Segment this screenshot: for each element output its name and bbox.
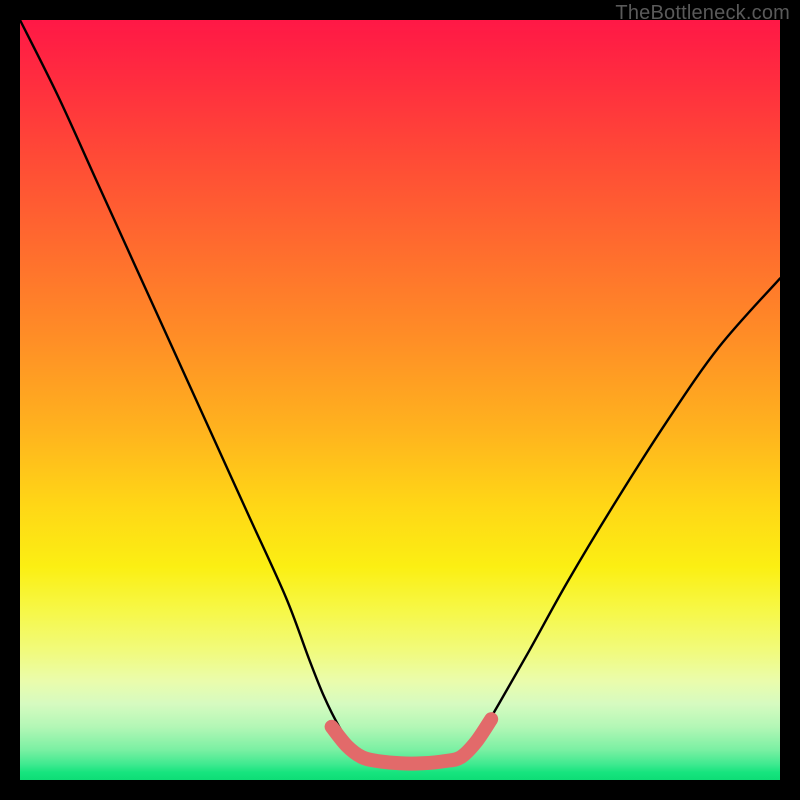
curve-layer [20, 20, 780, 780]
chart-stage: TheBottleneck.com [0, 0, 800, 800]
bottom-highlight-line [332, 719, 492, 763]
v-curve-line [20, 20, 780, 764]
plot-area [20, 20, 780, 780]
